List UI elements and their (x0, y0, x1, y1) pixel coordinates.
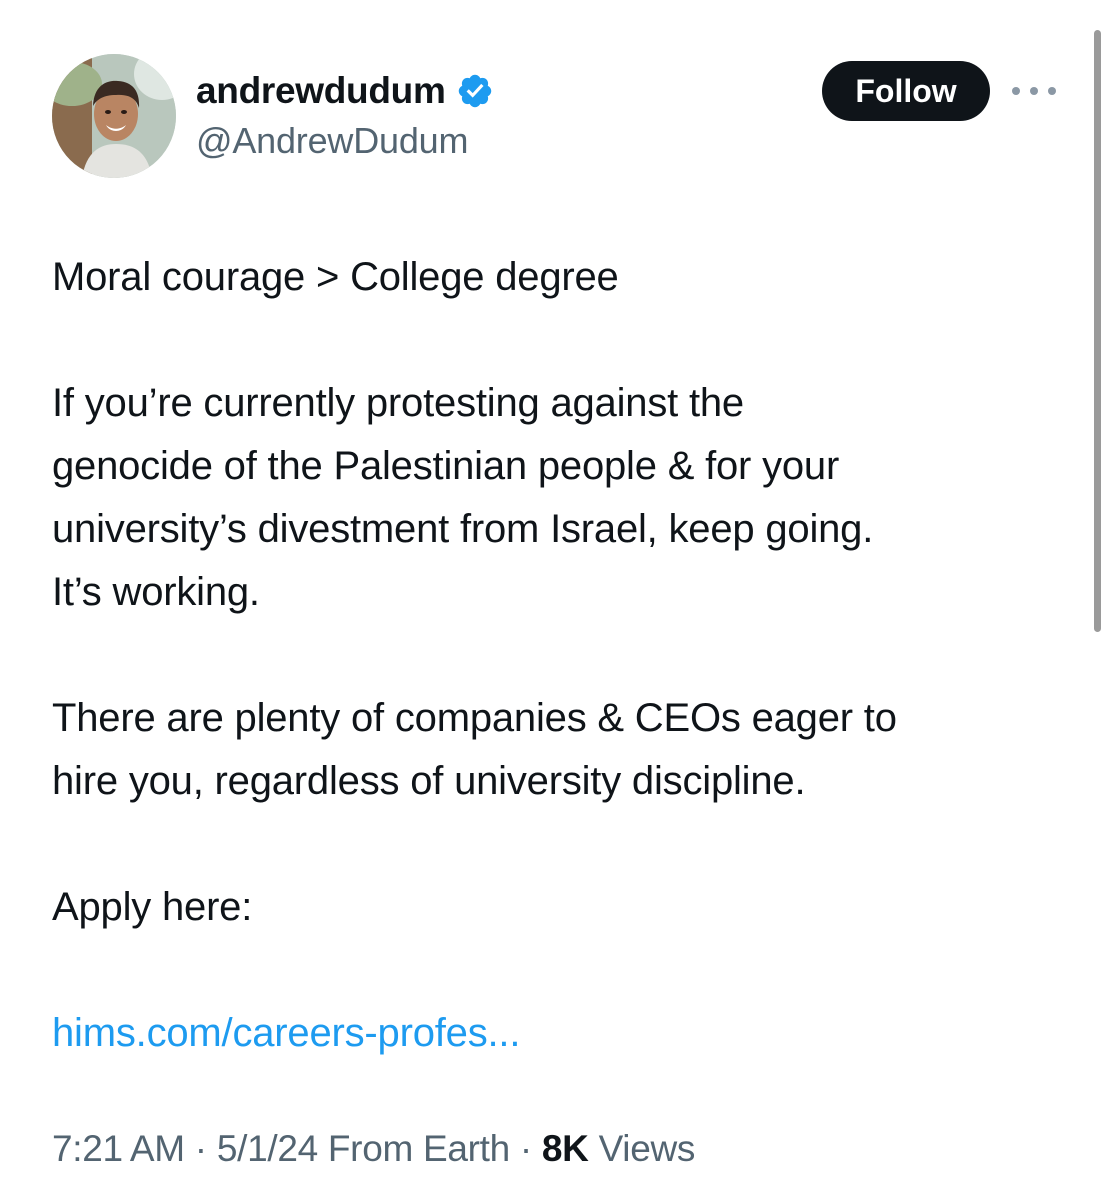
tweet-line: Apply here: (52, 885, 253, 929)
tweet: andrewdudum @AndrewDudum Follow Moral co… (0, 0, 1108, 1200)
tweet-line: It’s working. (52, 570, 260, 614)
verified-badge-icon[interactable] (456, 72, 494, 110)
avatar[interactable] (52, 54, 176, 178)
tweet-line: hire you, regardless of university disci… (52, 759, 806, 803)
avatar-photo-icon (52, 54, 176, 178)
more-options-icon[interactable] (1012, 76, 1056, 106)
separator: · (509, 1128, 542, 1169)
author-name-row: andrewdudum (196, 66, 494, 116)
dot-icon (1030, 87, 1038, 95)
dot-icon (1012, 87, 1020, 95)
author-handle[interactable]: @AndrewDudum (196, 120, 468, 162)
follow-button[interactable]: Follow (822, 61, 990, 121)
views-label: Views (588, 1128, 696, 1169)
tweet-source: From Earth (317, 1128, 510, 1169)
display-name[interactable]: andrewdudum (196, 70, 446, 112)
tweet-line: university’s divestment from Israel, kee… (52, 507, 874, 551)
tweet-line: If you’re currently protesting against t… (52, 381, 744, 425)
dot-icon (1048, 87, 1056, 95)
views-count[interactable]: 8K (542, 1128, 589, 1169)
tweet-line: There are plenty of companies & CEOs eag… (52, 696, 897, 740)
tweet-text: Moral courage > College degree If you’re… (52, 246, 1052, 1065)
separator: · (184, 1128, 217, 1169)
tweet-meta: 7:21 AM · 5/1/24 From Earth · 8K Views (52, 1128, 695, 1170)
tweet-line: genocide of the Palestinian people & for… (52, 444, 840, 488)
tweet-line: Moral courage > College degree (52, 255, 619, 299)
tweet-time[interactable]: 7:21 AM (52, 1128, 185, 1169)
tweet-date[interactable]: 5/1/24 (217, 1128, 318, 1169)
careers-link[interactable]: hims.com/careers-profes... (52, 1011, 520, 1055)
scrollbar[interactable] (1094, 30, 1101, 632)
